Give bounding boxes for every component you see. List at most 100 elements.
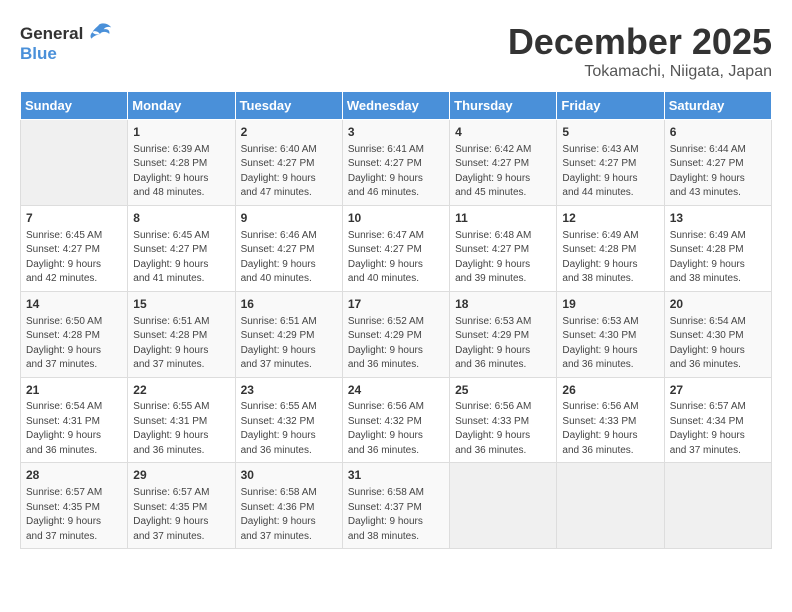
cell-content: Sunrise: 6:50 AMSunset: 4:28 PMDaylight:…	[26, 315, 122, 373]
cell-line: Sunset: 4:27 PM	[670, 158, 744, 169]
cell-line: and 39 minutes.	[455, 273, 526, 284]
calendar-cell: 19Sunrise: 6:53 AMSunset: 4:30 PMDayligh…	[557, 291, 664, 377]
cell-line: Sunrise: 6:41 AM	[348, 144, 424, 155]
cell-content: Sunrise: 6:44 AMSunset: 4:27 PMDaylight:…	[670, 143, 766, 201]
cell-content: Sunrise: 6:49 AMSunset: 4:28 PMDaylight:…	[670, 229, 766, 287]
cell-line: Sunrise: 6:57 AM	[26, 487, 102, 498]
day-number: 13	[670, 210, 766, 227]
day-number: 23	[241, 382, 337, 399]
day-number: 6	[670, 124, 766, 141]
calendar-cell: 25Sunrise: 6:56 AMSunset: 4:33 PMDayligh…	[450, 377, 557, 463]
calendar-cell: 12Sunrise: 6:49 AMSunset: 4:28 PMDayligh…	[557, 205, 664, 291]
cell-line: and 36 minutes.	[455, 359, 526, 370]
cell-line: Sunrise: 6:39 AM	[133, 144, 209, 155]
cell-line: Sunrise: 6:58 AM	[348, 487, 424, 498]
cell-line: Sunset: 4:27 PM	[455, 158, 529, 169]
cell-line: Sunrise: 6:46 AM	[241, 230, 317, 241]
cell-line: Sunrise: 6:49 AM	[562, 230, 638, 241]
cell-line: Daylight: 9 hours	[348, 173, 423, 184]
cell-line: Daylight: 9 hours	[348, 259, 423, 270]
cell-line: Sunrise: 6:51 AM	[133, 316, 209, 327]
cell-content: Sunrise: 6:58 AMSunset: 4:36 PMDaylight:…	[241, 486, 337, 544]
day-number: 4	[455, 124, 551, 141]
cell-content: Sunrise: 6:39 AMSunset: 4:28 PMDaylight:…	[133, 143, 229, 201]
cell-line: and 41 minutes.	[133, 273, 204, 284]
cell-line: Daylight: 9 hours	[670, 173, 745, 184]
cell-line: Sunset: 4:35 PM	[133, 502, 207, 513]
cell-line: and 45 minutes.	[455, 187, 526, 198]
cell-line: Sunset: 4:29 PM	[455, 330, 529, 341]
calendar-cell	[21, 120, 128, 206]
cell-line: Sunset: 4:28 PM	[562, 244, 636, 255]
cell-content: Sunrise: 6:45 AMSunset: 4:27 PMDaylight:…	[26, 229, 122, 287]
cell-content: Sunrise: 6:49 AMSunset: 4:28 PMDaylight:…	[562, 229, 658, 287]
cell-line: Daylight: 9 hours	[133, 173, 208, 184]
cell-content: Sunrise: 6:55 AMSunset: 4:32 PMDaylight:…	[241, 400, 337, 458]
cell-line: Sunset: 4:27 PM	[348, 158, 422, 169]
cell-line: and 36 minutes.	[241, 445, 312, 456]
day-number: 17	[348, 296, 444, 313]
cell-line: and 37 minutes.	[241, 359, 312, 370]
calendar-cell: 14 Sunrise: 6:50 AMSunset: 4:28 PMDayligh…	[21, 291, 128, 377]
day-number: 2	[241, 124, 337, 141]
calendar-table: SundayMondayTuesdayWednesdayThursdayFrid…	[20, 91, 772, 549]
cell-line: Sunset: 4:27 PM	[241, 244, 315, 255]
day-number: 20	[670, 296, 766, 313]
cell-content: Sunrise: 6:57 AMSunset: 4:35 PMDaylight:…	[133, 486, 229, 544]
cell-content: Sunrise: 6:54 AMSunset: 4:30 PMDaylight:…	[670, 315, 766, 373]
day-number: 19	[562, 296, 658, 313]
calendar-cell: 4Sunrise: 6:42 AMSunset: 4:27 PMDaylight…	[450, 120, 557, 206]
header-thursday: Thursday	[450, 92, 557, 120]
cell-content: Sunrise: 6:43 AMSunset: 4:27 PMDaylight:…	[562, 143, 658, 201]
cell-line: Sunset: 4:33 PM	[455, 416, 529, 427]
cell-line: Sunset: 4:27 PM	[455, 244, 529, 255]
cell-line: Daylight: 9 hours	[133, 516, 208, 527]
cell-line: Sunrise: 6:47 AM	[348, 230, 424, 241]
cell-content: Sunrise: 6:57 AMSunset: 4:35 PMDaylight:…	[26, 486, 122, 544]
cell-line: and 36 minutes.	[348, 359, 419, 370]
cell-line: Sunset: 4:32 PM	[348, 416, 422, 427]
cell-line: and 40 minutes.	[241, 273, 312, 284]
logo: General Blue	[20, 20, 113, 64]
cell-line: Daylight: 9 hours	[26, 430, 101, 441]
calendar-week-row: 21Sunrise: 6:54 AMSunset: 4:31 PMDayligh…	[21, 377, 772, 463]
day-number: 5	[562, 124, 658, 141]
calendar-cell: 17Sunrise: 6:52 AMSunset: 4:29 PMDayligh…	[342, 291, 449, 377]
day-number: 14	[26, 296, 122, 313]
cell-line: Sunrise: 6:52 AM	[348, 316, 424, 327]
header-sunday: Sunday	[21, 92, 128, 120]
cell-line: Sunrise: 6:58 AM	[241, 487, 317, 498]
cell-line: and 37 minutes.	[133, 531, 204, 542]
cell-line: Sunset: 4:29 PM	[241, 330, 315, 341]
cell-line: Daylight: 9 hours	[348, 516, 423, 527]
calendar-cell: 22Sunrise: 6:55 AMSunset: 4:31 PMDayligh…	[128, 377, 235, 463]
cell-line: Daylight: 9 hours	[133, 345, 208, 356]
cell-line: Daylight: 9 hours	[348, 430, 423, 441]
cell-content: Sunrise: 6:51 AMSunset: 4:29 PMDaylight:…	[241, 315, 337, 373]
calendar-subtitle: Tokamachi, Niigata, Japan	[508, 63, 772, 81]
cell-line: Daylight: 9 hours	[133, 259, 208, 270]
calendar-cell: 16Sunrise: 6:51 AMSunset: 4:29 PMDayligh…	[235, 291, 342, 377]
cell-line: Sunset: 4:27 PM	[562, 158, 636, 169]
day-number: 27	[670, 382, 766, 399]
cell-line: Daylight: 9 hours	[455, 345, 530, 356]
cell-line: and 37 minutes.	[26, 359, 97, 370]
day-number: 21	[26, 382, 122, 399]
cell-line: and 46 minutes.	[348, 187, 419, 198]
cell-line: Sunset: 4:31 PM	[26, 416, 100, 427]
cell-line: and 42 minutes.	[26, 273, 97, 284]
cell-line: Sunrise: 6:40 AM	[241, 144, 317, 155]
calendar-cell: 26Sunrise: 6:56 AMSunset: 4:33 PMDayligh…	[557, 377, 664, 463]
calendar-week-row: 7Sunrise: 6:45 AMSunset: 4:27 PMDaylight…	[21, 205, 772, 291]
day-number: 25	[455, 382, 551, 399]
calendar-cell	[664, 463, 771, 549]
day-number: 15	[133, 296, 229, 313]
day-number: 11	[455, 210, 551, 227]
day-number: 10	[348, 210, 444, 227]
cell-line: Sunrise: 6:49 AM	[670, 230, 746, 241]
cell-line: Sunset: 4:28 PM	[670, 244, 744, 255]
cell-content: Sunrise: 6:40 AMSunset: 4:27 PMDaylight:…	[241, 143, 337, 201]
cell-line: Sunrise: 6:51 AM	[241, 316, 317, 327]
cell-line: Sunrise: 6:43 AM	[562, 144, 638, 155]
cell-line: Sunrise: 6:48 AM	[455, 230, 531, 241]
